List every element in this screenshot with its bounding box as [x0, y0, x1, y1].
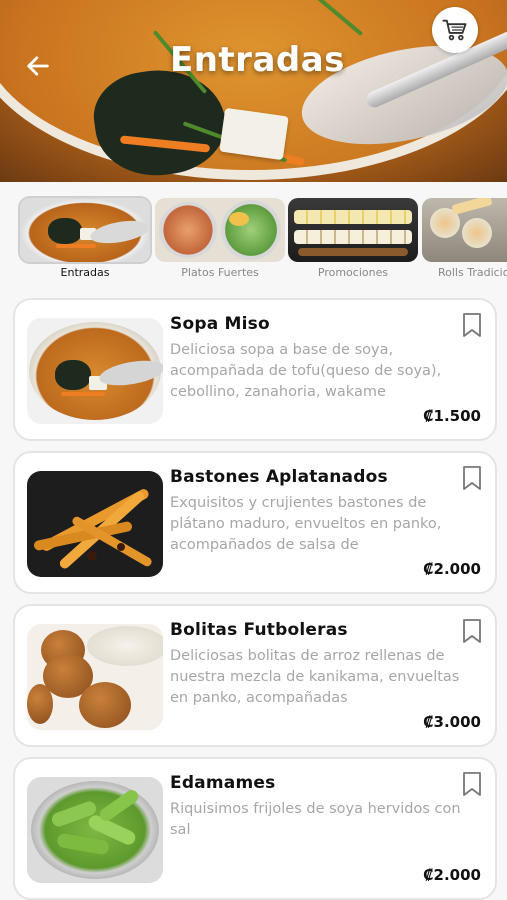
bookmark-icon: [463, 466, 481, 490]
category-image: [422, 198, 507, 262]
hero-tofu: [219, 107, 289, 161]
product-name: Bastones Aplatanados: [170, 467, 388, 487]
bookmark-icon: [463, 772, 481, 796]
hero-banner: [0, 0, 507, 182]
product-price: ₡2.000: [423, 560, 481, 578]
product-card-sopa-miso[interactable]: Sopa Miso Deliciosa sopa a base de soya,…: [13, 298, 497, 441]
product-description: Deliciosas bolitas de arroz rellenas de …: [170, 648, 460, 706]
arrow-left-icon: [27, 56, 49, 76]
cart-button[interactable]: [432, 7, 478, 53]
product-card-bolitas-futboleras[interactable]: Bolitas Futboleras Deliciosas bolitas de…: [13, 604, 497, 747]
category-image: [288, 198, 418, 262]
product-price: ₡3.000: [423, 713, 481, 731]
bookmark-button[interactable]: [461, 312, 483, 338]
product-image: [27, 624, 163, 730]
category-label: Rolls Tradicionales: [438, 266, 507, 279]
product-description: Deliciosa sopa a base de soya, acompañad…: [170, 342, 442, 400]
bookmark-button[interactable]: [461, 618, 483, 644]
category-entradas[interactable]: Entradas: [20, 198, 150, 279]
category-image: [155, 198, 285, 262]
category-image: [20, 198, 150, 262]
bookmark-button[interactable]: [461, 771, 483, 797]
product-card-bastones-aplatanados[interactable]: Bastones Aplatanados Exquisitos y crujie…: [13, 451, 497, 594]
category-label: Platos Fuertes: [181, 266, 259, 279]
product-price: ₡1.500: [423, 407, 481, 425]
shopping-cart-icon: [442, 19, 467, 41]
product-image: [27, 777, 163, 883]
category-strip[interactable]: Entradas Platos Fuertes Promociones Roll…: [0, 182, 507, 282]
product-price: ₡2.000: [423, 866, 481, 884]
category-label: Entradas: [60, 266, 110, 279]
bookmark-icon: [463, 313, 481, 337]
product-description: Exquisitos y crujientes bastones de plát…: [170, 495, 442, 553]
page-title: Entradas: [170, 40, 345, 80]
category-promociones[interactable]: Promociones: [288, 198, 418, 279]
back-button[interactable]: [20, 50, 56, 82]
category-rolls-tradicionales[interactable]: Rolls Tradicionales: [422, 198, 507, 279]
product-image: [27, 318, 163, 424]
category-label: Promociones: [317, 266, 389, 279]
product-description: Riquisimos frijoles de soya hervidos con…: [170, 801, 461, 838]
product-image: [27, 471, 163, 577]
product-name: Edamames: [170, 773, 276, 793]
product-name: Bolitas Futboleras: [170, 620, 348, 640]
product-name: Sopa Miso: [170, 314, 270, 334]
bookmark-button[interactable]: [461, 465, 483, 491]
bookmark-icon: [463, 619, 481, 643]
category-platos-fuertes[interactable]: Platos Fuertes: [155, 198, 285, 279]
product-card-edamames[interactable]: Edamames Riquisimos frijoles de soya her…: [13, 757, 497, 900]
